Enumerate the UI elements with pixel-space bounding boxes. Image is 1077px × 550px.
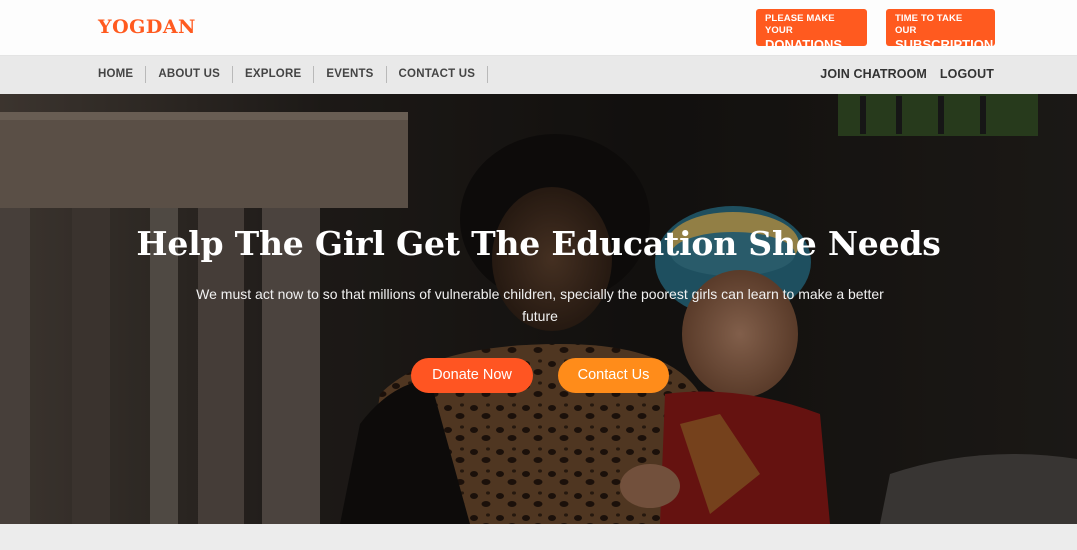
top-header: YOGDAN PLEASE MAKE YOUR DONATIONS TIME T… [0, 0, 1077, 56]
hero-subtitle: We must act now to so that millions of v… [196, 286, 884, 324]
nav-item-home[interactable]: HOME [98, 66, 147, 83]
contact-us-button[interactable]: Contact Us [558, 358, 669, 393]
donate-now-button[interactable]: Donate Now [411, 358, 533, 393]
logout-link[interactable]: LOGOUT [940, 67, 994, 81]
nav-item-about-us[interactable]: ABOUT US [146, 66, 233, 83]
donations-cta-button[interactable]: PLEASE MAKE YOUR DONATIONS [756, 9, 867, 52]
logo[interactable]: YOGDAN [98, 16, 196, 38]
subscription-cta-line1: TIME TO TAKE OUR [895, 13, 963, 36]
join-chatroom-link[interactable]: JOIN CHATROOM [820, 67, 927, 81]
main-navbar: HOME ABOUT US EXPLORE EVENTS CONTACT US … [0, 56, 1077, 94]
nav-menu: HOME ABOUT US EXPLORE EVENTS CONTACT US [98, 66, 489, 83]
donations-cta-line2: DONATIONS [765, 37, 843, 52]
subscription-cta-button[interactable]: TIME TO TAKE OUR SUBSCRIPTION [886, 9, 995, 52]
hero-banner: Help The Girl Get The Education She Need… [0, 94, 1077, 524]
subscription-cta-line2: SUBSCRIPTION [895, 37, 994, 52]
nav-user-actions: JOIN CHATROOM LOGOUT [820, 67, 994, 81]
donations-cta-line1: PLEASE MAKE YOUR [765, 13, 835, 36]
nav-item-events[interactable]: EVENTS [314, 66, 387, 83]
nav-item-contact-us[interactable]: CONTACT US [387, 66, 489, 83]
page-bottom-strip [0, 524, 1077, 550]
nav-item-explore[interactable]: EXPLORE [233, 66, 315, 83]
hero-title: Help The Girl Get The Education She Need… [136, 224, 941, 263]
